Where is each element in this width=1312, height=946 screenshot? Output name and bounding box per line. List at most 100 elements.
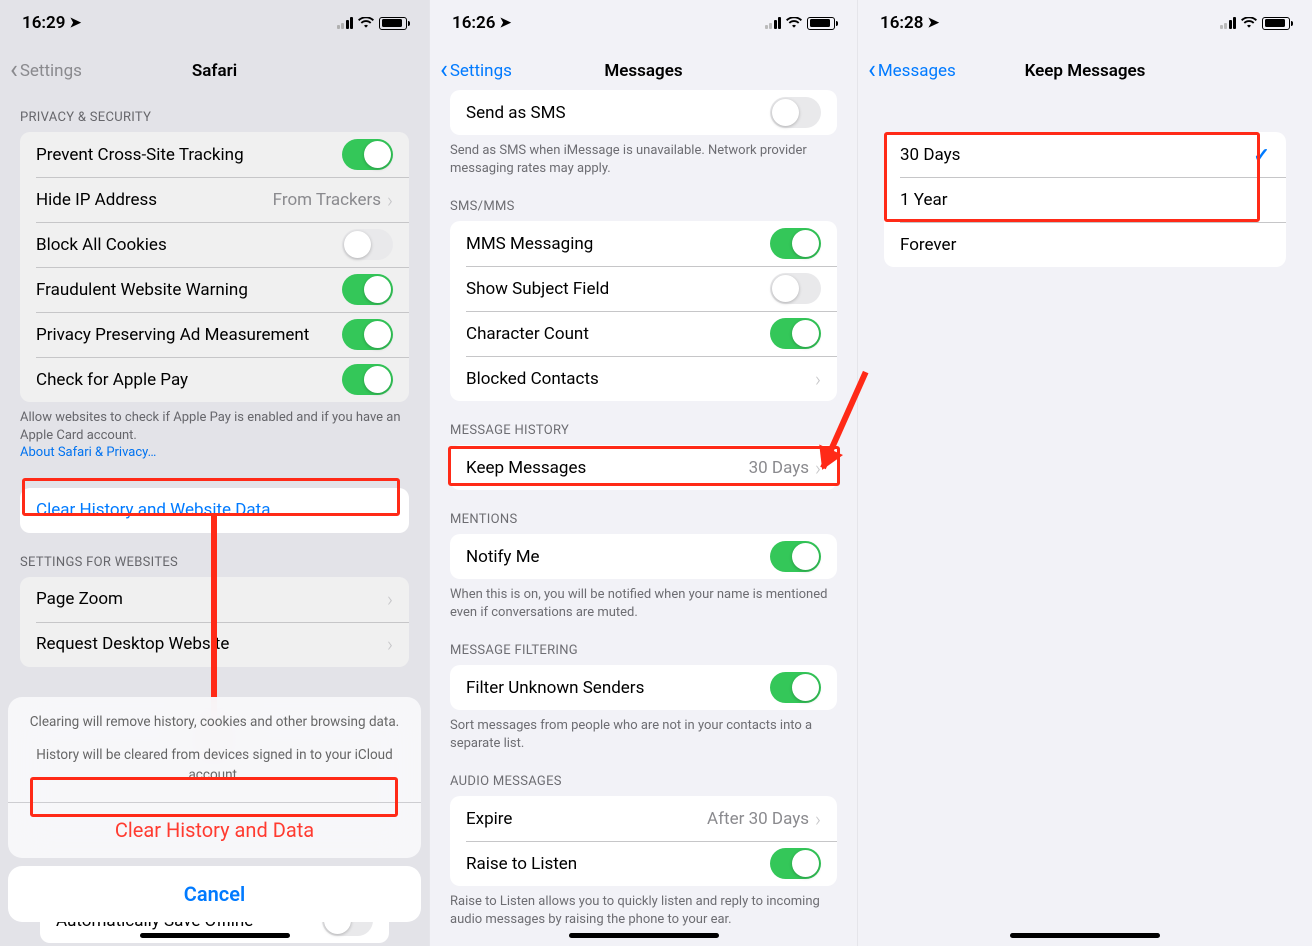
row-char-count[interactable]: Character Count (450, 311, 837, 356)
toggle-switch[interactable] (770, 318, 821, 349)
row-subject[interactable]: Show Subject Field (450, 266, 837, 311)
row-value: From Trackers (273, 190, 381, 210)
clear-history-and-data-button[interactable]: Clear History and Data (8, 802, 421, 858)
section-header-privacy: PRIVACY & SECURITY (0, 96, 429, 132)
wifi-icon (786, 13, 802, 33)
section-header-audio: AUDIO MESSAGES (430, 752, 857, 796)
row-fraud-warning[interactable]: Fraudulent Website Warning (20, 267, 409, 312)
row-label: Blocked Contacts (466, 369, 815, 389)
location-icon: ➤ (499, 15, 511, 31)
footer-send-sms: Send as SMS when iMessage is unavailable… (430, 135, 857, 177)
battery-icon (379, 17, 407, 30)
chevron-right-icon: › (387, 587, 393, 611)
group-audio: Expire After 30 Days › Raise to Listen (450, 796, 837, 886)
row-keep-messages[interactable]: Keep Messages 30 Days › (450, 445, 837, 490)
row-notify-me[interactable]: Notify Me (450, 534, 837, 579)
location-icon: ➤ (927, 15, 939, 31)
battery-icon (1262, 17, 1290, 30)
row-blocked-contacts[interactable]: Blocked Contacts › (450, 356, 837, 401)
row-value: 30 Days (749, 458, 809, 478)
toggle-switch[interactable] (342, 274, 393, 305)
location-icon: ➤ (69, 15, 81, 31)
toggle-switch[interactable] (770, 848, 821, 879)
footer-privacy: Allow websites to check if Apple Pay is … (0, 402, 429, 462)
option-1-year[interactable]: 1 Year (884, 177, 1286, 222)
row-label: Raise to Listen (466, 854, 770, 874)
cancel-button[interactable]: Cancel (8, 866, 421, 922)
status-time: 16:28 (880, 13, 923, 33)
group-keep-options: 30 Days ✓ 1 Year Forever (884, 132, 1286, 267)
footer-raise: Raise to Listen allows you to quickly li… (430, 886, 857, 928)
group-message-history: Keep Messages 30 Days › (450, 445, 837, 490)
wifi-icon (1241, 13, 1257, 33)
checkmark-icon: ✓ (1253, 143, 1270, 167)
row-label: Keep Messages (466, 458, 749, 478)
cellular-icon (1220, 17, 1237, 29)
row-label: Show Subject Field (466, 279, 770, 299)
row-label: Expire (466, 809, 707, 829)
row-mms[interactable]: MMS Messaging (450, 221, 837, 266)
home-indicator (1010, 933, 1160, 938)
option-30-days[interactable]: 30 Days ✓ (884, 132, 1286, 177)
toggle-switch[interactable] (770, 97, 821, 128)
row-label: Prevent Cross-Site Tracking (36, 145, 342, 165)
toggle-switch[interactable] (770, 672, 821, 703)
toggle-switch[interactable] (770, 541, 821, 572)
row-filter-unknown[interactable]: Filter Unknown Senders (450, 665, 837, 710)
row-label: Hide IP Address (36, 190, 273, 210)
row-send-as-sms[interactable]: Send as SMS (450, 90, 837, 135)
group-smsmms: MMS Messaging Show Subject Field Charact… (450, 221, 837, 401)
row-prevent-tracking[interactable]: Prevent Cross-Site Tracking (20, 132, 409, 177)
toggle-switch[interactable] (342, 364, 393, 395)
row-value: After 30 Days (707, 809, 809, 829)
back-button[interactable]: ‹ Messages (868, 59, 956, 83)
battery-icon (807, 17, 835, 30)
chevron-left-icon: ‹ (440, 57, 448, 83)
toggle-switch[interactable] (342, 319, 393, 350)
row-label: Fraudulent Website Warning (36, 280, 342, 300)
toggle-switch[interactable] (770, 273, 821, 304)
row-label: Send as SMS (466, 103, 770, 123)
section-header-smsmms: SMS/MMS (430, 177, 857, 221)
row-label: Character Count (466, 324, 770, 344)
section-header-history: MESSAGE HISTORY (430, 401, 857, 445)
back-button[interactable]: ‹ Settings (440, 59, 512, 83)
section-header-mentions: MENTIONS (430, 490, 857, 534)
chevron-right-icon: › (387, 188, 393, 212)
wifi-icon (358, 13, 374, 33)
toggle-switch[interactable] (770, 228, 821, 259)
cellular-icon (337, 17, 354, 29)
row-raise-to-listen[interactable]: Raise to Listen (450, 841, 837, 886)
chevron-right-icon: › (815, 367, 821, 391)
row-label: Forever (900, 235, 1270, 255)
row-label: Notify Me (466, 547, 770, 567)
row-label: Privacy Preserving Ad Measurement (36, 325, 342, 345)
toggle-switch[interactable] (342, 229, 393, 260)
chevron-left-icon: ‹ (868, 57, 876, 83)
row-label: Check for Apple Pay (36, 370, 342, 390)
status-bar: 16:26 ➤ (430, 0, 857, 46)
nav-bar: ‹ Settings Safari (0, 46, 429, 96)
row-label: MMS Messaging (466, 234, 770, 254)
back-button[interactable]: ‹ Settings (10, 59, 82, 83)
row-expire[interactable]: Expire After 30 Days › (450, 796, 837, 841)
row-label: 1 Year (900, 190, 1270, 210)
footer-mentions: When this is on, you will be notified wh… (430, 579, 857, 621)
option-forever[interactable]: Forever (884, 222, 1286, 267)
status-time: 16:29 (22, 13, 65, 33)
sheet-message: Clearing will remove history, cookies an… (8, 697, 421, 802)
toggle-switch[interactable] (342, 139, 393, 170)
back-label: Settings (20, 61, 82, 81)
screen-keep-messages: 16:28 ➤ ‹ Messages Keep Messages 30 Days (858, 0, 1312, 946)
about-safari-link[interactable]: About Safari & Privacy… (20, 445, 156, 460)
footer-filter: Sort messages from people who are not in… (430, 710, 857, 752)
screen-messages: 16:26 ➤ ‹ Settings Messages Send as SMS (429, 0, 858, 946)
home-indicator (569, 933, 719, 938)
section-header-filter: MESSAGE FILTERING (430, 621, 857, 665)
row-block-cookies[interactable]: Block All Cookies (20, 222, 409, 267)
row-hide-ip[interactable]: Hide IP Address From Trackers › (20, 177, 409, 222)
status-time: 16:26 (452, 13, 495, 33)
row-privacy-ad[interactable]: Privacy Preserving Ad Measurement (20, 312, 409, 357)
row-apple-pay[interactable]: Check for Apple Pay (20, 357, 409, 402)
group-filter: Filter Unknown Senders (450, 665, 837, 710)
